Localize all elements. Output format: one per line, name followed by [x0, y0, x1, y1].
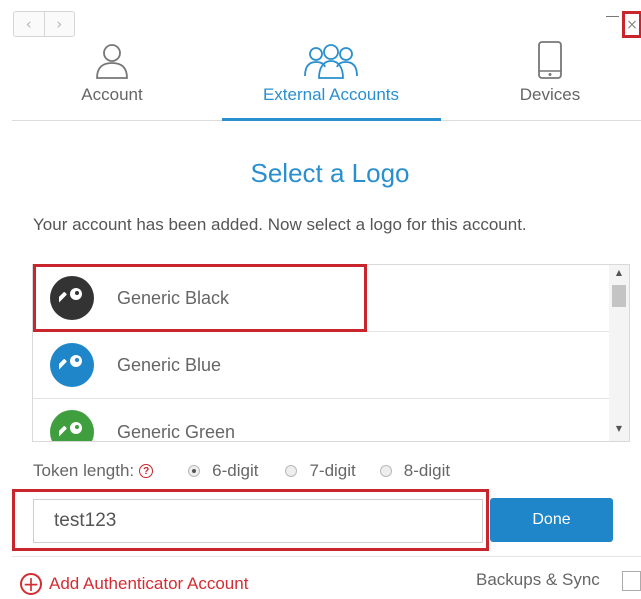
- nav-arrows: ‹ ›: [13, 11, 75, 37]
- backups-sync-label: Backups & Sync: [476, 570, 600, 589]
- radio-label: 7-digit: [309, 461, 356, 480]
- close-icon: ×: [626, 16, 638, 33]
- done-button[interactable]: Done: [490, 498, 613, 542]
- tab-external-accounts[interactable]: External Accounts: [225, 38, 437, 118]
- add-authenticator-account-link[interactable]: + Add Authenticator Account: [20, 573, 248, 595]
- person-icon: [94, 38, 130, 80]
- token-length-label: Token length:: [33, 461, 135, 480]
- radio-7-digit[interactable]: 7-digit: [285, 461, 356, 481]
- logo-name: Generic Blue: [117, 354, 222, 375]
- tab-devices-label: Devices: [519, 85, 581, 104]
- scroll-up-icon[interactable]: ▲: [609, 268, 629, 277]
- help-icon[interactable]: ?: [139, 464, 154, 478]
- instructions-text: Your account has been added. Now select …: [33, 215, 527, 234]
- selection-highlight: [33, 264, 367, 332]
- tab-account-label: Account: [81, 85, 143, 104]
- tab-account[interactable]: Account: [62, 38, 162, 118]
- group-icon: [302, 38, 360, 80]
- logo-item-generic-blue[interactable]: Generic Blue: [33, 332, 611, 398]
- radio-label: 8-digit: [403, 461, 451, 480]
- radio-unselected-icon: [379, 465, 392, 477]
- active-tab-indicator: [222, 118, 441, 121]
- radio-label: 6-digit: [212, 461, 259, 480]
- page-title: Select a Logo: [250, 158, 410, 188]
- minimize-icon[interactable]: [606, 16, 619, 17]
- radio-unselected-icon: [285, 465, 298, 477]
- footer-divider: [12, 556, 641, 557]
- phone-icon: [537, 38, 563, 80]
- radio-8-digit[interactable]: 8-digit: [379, 461, 451, 481]
- key-icon: [50, 343, 94, 387]
- backups-sync-checkbox[interactable]: [622, 571, 641, 591]
- input-highlight: [12, 489, 489, 551]
- logo-name: Generic Green: [117, 421, 236, 442]
- token-length-row: Token length: ? 6-digit 7-digit 8-digit: [33, 459, 450, 483]
- logo-item-generic-green[interactable]: Generic Green: [33, 399, 611, 442]
- radio-selected-icon: [188, 465, 201, 477]
- scroll-down-icon[interactable]: ▼: [609, 424, 629, 433]
- add-account-label: Add Authenticator Account: [49, 574, 249, 593]
- close-button[interactable]: ×: [622, 11, 641, 38]
- tab-devices[interactable]: Devices: [500, 38, 600, 118]
- tab-external-accounts-label: External Accounts: [262, 85, 400, 104]
- back-arrow-icon[interactable]: ‹: [14, 12, 44, 36]
- scroll-thumb[interactable]: [612, 285, 626, 307]
- radio-6-digit[interactable]: 6-digit: [188, 461, 258, 481]
- add-icon: +: [20, 573, 42, 595]
- key-icon: [50, 410, 94, 441]
- forward-arrow-icon[interactable]: ›: [43, 12, 75, 36]
